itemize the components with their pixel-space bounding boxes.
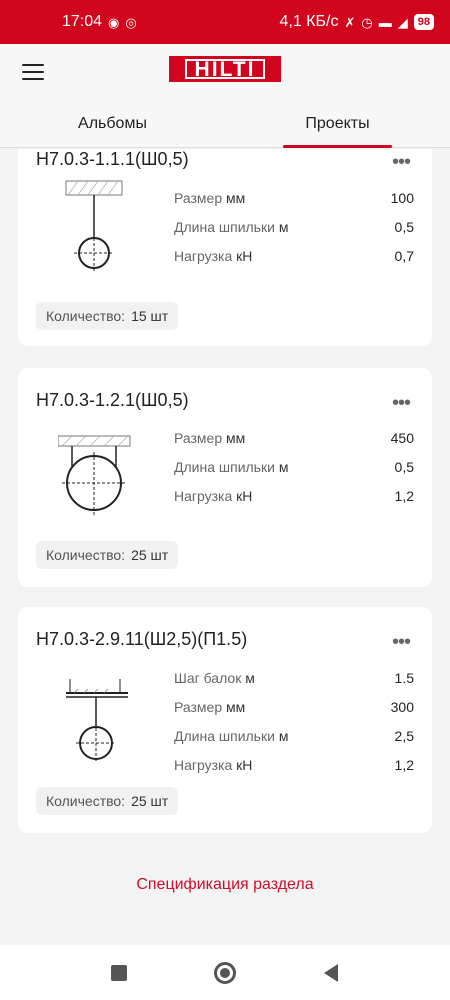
card-title: Н7.0.3-2.9.11(Ш2,5)(П1.5) bbox=[36, 629, 248, 649]
more-options-icon[interactable]: ••• bbox=[392, 632, 411, 652]
quantity-badge: Количество: 15 шт bbox=[36, 302, 179, 330]
prop-row: Размер мм 300 bbox=[174, 692, 414, 721]
prop-value: 1.5 bbox=[394, 669, 414, 686]
status-right: 4,1 КБ/с ✗ ◷ ▬ ◢ 98 bbox=[280, 13, 434, 31]
prop-row: Размер мм 450 bbox=[174, 423, 414, 452]
prop-unit: м bbox=[278, 727, 289, 744]
prop-value: 1,2 bbox=[394, 487, 414, 504]
quantity-value: 15 шт bbox=[131, 308, 169, 324]
prop-row: Длина шпильки м 0,5 bbox=[174, 452, 414, 481]
quantity-badge: Количество: 25 шт bbox=[36, 787, 179, 815]
signal-icon: ▬ bbox=[378, 14, 392, 30]
prop-value: 300 bbox=[390, 698, 414, 715]
prop-label: Шаг балок м bbox=[174, 669, 255, 686]
battery-icon: 98 bbox=[413, 14, 434, 30]
more-options-icon[interactable]: ••• bbox=[392, 393, 411, 413]
network-speed: 4,1 КБ/с bbox=[279, 13, 339, 30]
prop-row: Нагрузка кН 1,2 bbox=[174, 481, 414, 510]
project-card[interactable]: Н7.0.3-1.1.1(Ш0,5) ••• Размер мм 100 Дли… bbox=[18, 149, 432, 346]
recents-square-icon[interactable] bbox=[106, 960, 132, 986]
message-icon: ◉ bbox=[108, 14, 120, 30]
home-circle-icon[interactable] bbox=[212, 960, 238, 986]
quantity-badge: Количество: 25 шт bbox=[36, 541, 179, 569]
prop-value: 1,2 bbox=[394, 756, 414, 773]
system-nav-bar bbox=[0, 945, 450, 1000]
hanger-drawing bbox=[66, 679, 128, 763]
prop-value: 450 bbox=[390, 429, 414, 446]
status-bar: 17:04 ◉ ◎ 4,1 КБ/с ✗ ◷ ▬ ◢ 98 bbox=[0, 0, 450, 44]
prop-label: Длина шпильки м bbox=[174, 727, 289, 744]
section-specification-link[interactable]: Спецификация раздела bbox=[0, 876, 450, 894]
card-properties: Размер мм 100 Длина шпильки м 0,5 Нагруз… bbox=[174, 183, 414, 270]
prop-value: 0,7 bbox=[394, 247, 414, 264]
card-properties: Шаг балок м 1.5 Размер мм 300 Длина шпил… bbox=[174, 663, 414, 779]
hamburger-menu-icon[interactable] bbox=[22, 64, 44, 80]
hanger-drawing bbox=[65, 180, 123, 273]
prop-unit: мм bbox=[226, 698, 246, 715]
quantity-value: 25 шт bbox=[131, 793, 169, 809]
prop-value: 100 bbox=[390, 189, 414, 206]
logo-text: HILTI bbox=[184, 59, 266, 80]
project-list[interactable]: Н7.0.3-1.1.1(Ш0,5) ••• Размер мм 100 Дли… bbox=[0, 149, 450, 945]
back-triangle-icon[interactable] bbox=[318, 960, 344, 986]
prop-label: Длина шпильки м bbox=[174, 218, 289, 235]
tabs: Альбомы Проекты bbox=[0, 110, 450, 148]
prop-value: 2,5 bbox=[394, 727, 414, 744]
prop-row: Нагрузка кН 0,7 bbox=[174, 241, 414, 270]
prop-label: Нагрузка кН bbox=[174, 756, 253, 773]
prop-unit: мм bbox=[226, 189, 246, 206]
prop-label: Нагрузка кН bbox=[174, 247, 253, 264]
tab-projects[interactable]: Проекты bbox=[225, 110, 450, 148]
card-properties: Размер мм 450 Длина шпильки м 0,5 Нагруз… bbox=[174, 423, 414, 510]
status-left: 17:04 ◉ ◎ bbox=[62, 13, 137, 31]
card-title: Н7.0.3-1.2.1(Ш0,5) bbox=[36, 390, 189, 410]
prop-label: Размер мм bbox=[174, 189, 246, 206]
project-card[interactable]: Н7.0.3-1.2.1(Ш0,5) ••• Размер мм 450 Дли… bbox=[18, 368, 432, 587]
prop-value: 0,5 bbox=[394, 458, 414, 475]
prop-row: Размер мм 100 bbox=[174, 183, 414, 212]
prop-label: Размер мм bbox=[174, 429, 246, 446]
quantity-label: Количество: bbox=[46, 793, 126, 809]
wifi-icon: ◢ bbox=[397, 14, 408, 30]
prop-unit: м bbox=[278, 218, 289, 235]
app-header: HILTI Альбомы Проекты bbox=[0, 44, 450, 148]
prop-unit: м bbox=[245, 669, 255, 686]
prop-unit: мм bbox=[226, 429, 246, 446]
prop-label: Длина шпильки м bbox=[174, 458, 289, 475]
prop-unit: кН bbox=[236, 247, 253, 264]
prop-unit: м bbox=[278, 458, 289, 475]
hilti-logo: HILTI bbox=[169, 56, 281, 82]
card-title: Н7.0.3-1.1.1(Ш0,5) bbox=[36, 149, 189, 169]
prop-value: 0,5 bbox=[394, 218, 414, 235]
prop-label: Нагрузка кН bbox=[174, 487, 253, 504]
prop-row: Нагрузка кН 1,2 bbox=[174, 750, 414, 779]
prop-unit: кН bbox=[236, 756, 253, 773]
prop-unit: кН bbox=[236, 487, 253, 504]
prop-row: Шаг балок м 1.5 bbox=[174, 663, 414, 692]
tab-albums[interactable]: Альбомы bbox=[0, 110, 225, 148]
mute-icon: ✗ bbox=[344, 14, 356, 30]
prop-label: Размер мм bbox=[174, 698, 246, 715]
quantity-value: 25 шт bbox=[131, 547, 169, 563]
status-time: 17:04 bbox=[62, 13, 103, 30]
hanger-drawing bbox=[58, 435, 131, 516]
quantity-label: Количество: bbox=[46, 308, 126, 324]
alarm-icon: ◷ bbox=[361, 14, 373, 30]
prop-row: Длина шпильки м 2,5 bbox=[174, 721, 414, 750]
quantity-label: Количество: bbox=[46, 547, 126, 563]
prop-row: Длина шпильки м 0,5 bbox=[174, 212, 414, 241]
chrome-icon: ◎ bbox=[125, 14, 137, 30]
project-card[interactable]: Н7.0.3-2.9.11(Ш2,5)(П1.5) ••• Шаг балок … bbox=[18, 607, 432, 833]
more-options-icon[interactable]: ••• bbox=[392, 152, 411, 172]
